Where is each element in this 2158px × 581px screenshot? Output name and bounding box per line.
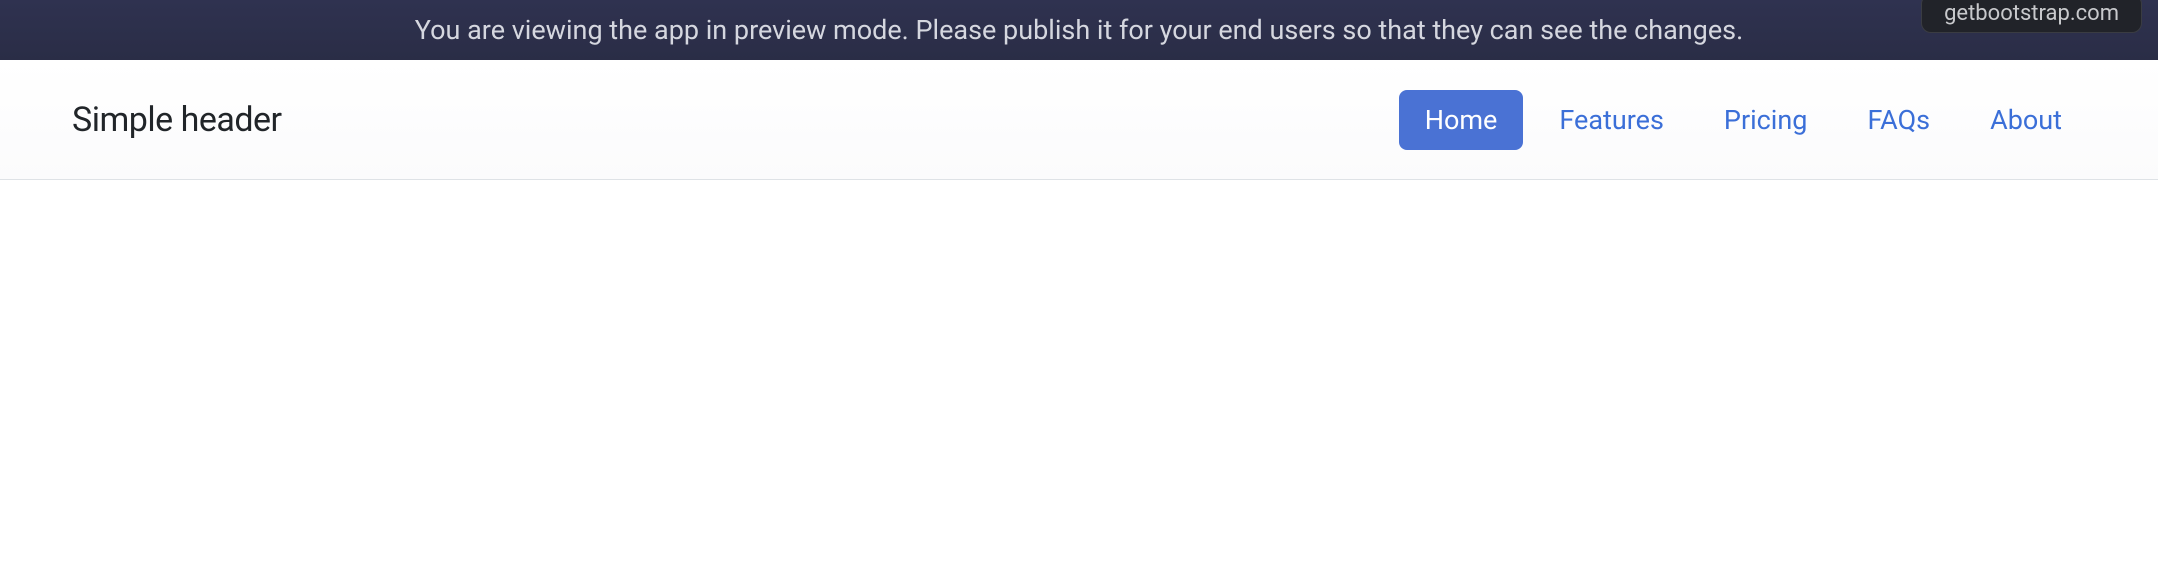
source-badge: getbootstrap.com xyxy=(1921,0,2142,33)
nav-link-features[interactable]: Features xyxy=(1535,92,1688,148)
nav-link-faqs[interactable]: FAQs xyxy=(1843,92,1954,148)
main-nav: Home Features Pricing FAQs About xyxy=(1399,90,2086,150)
preview-mode-banner: You are viewing the app in preview mode.… xyxy=(0,0,2158,60)
page-header: Simple header Home Features Pricing FAQs… xyxy=(0,60,2158,180)
nav-link-home[interactable]: Home xyxy=(1399,90,1524,150)
preview-banner-message: You are viewing the app in preview mode.… xyxy=(415,14,1743,46)
content-area xyxy=(0,180,2158,581)
brand-title: Simple header xyxy=(72,100,282,140)
nav-link-pricing[interactable]: Pricing xyxy=(1700,92,1832,148)
nav-link-about[interactable]: About xyxy=(1966,92,2086,148)
